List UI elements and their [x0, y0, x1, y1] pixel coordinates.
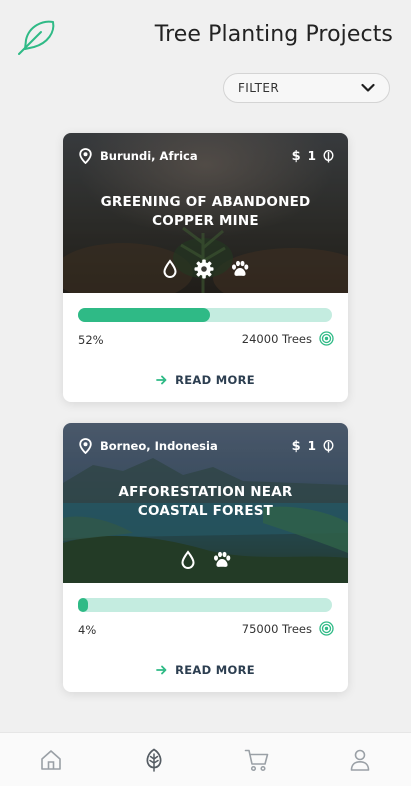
- price-value: 1: [307, 439, 316, 453]
- nav-profile[interactable]: [330, 733, 390, 786]
- project-price: $ 1: [292, 149, 334, 164]
- progress-fill: [78, 598, 89, 612]
- nav-projects[interactable]: [124, 733, 184, 786]
- progress-bar: [78, 598, 332, 612]
- trees-label: 24000 Trees: [241, 331, 312, 346]
- trees-count: 24000 Trees: [242, 331, 334, 346]
- project-location: Burundi, Africa: [79, 148, 198, 164]
- filter-label: FILTER: [238, 81, 280, 95]
- location-pin-icon: [79, 148, 92, 164]
- progress-percent: 52%: [78, 333, 104, 347]
- paw-icon: [231, 260, 248, 276]
- nav-cart[interactable]: [227, 733, 287, 786]
- arrow-right-icon: [156, 665, 167, 675]
- location-text: Borneo, Indonesia: [100, 439, 218, 453]
- location-text: Burundi, Africa: [100, 149, 198, 163]
- leaf-icon: [323, 439, 334, 452]
- home-icon: [41, 749, 62, 770]
- project-price: $ 1: [292, 439, 334, 454]
- progress-bar: [78, 308, 332, 322]
- location-pin-icon: [79, 438, 92, 454]
- trees-label: 75000 Trees: [241, 621, 312, 636]
- trees-count: 75000 Trees: [242, 621, 334, 636]
- project-image: Burundi, Africa $ 1 GREENING OF ABANDONE…: [63, 133, 348, 293]
- progress-fill: [78, 308, 211, 322]
- project-card[interactable]: Burundi, Africa $ 1 GREENING OF ABANDONE…: [63, 133, 348, 402]
- gear-icon: [194, 259, 213, 279]
- project-card[interactable]: Borneo, Indonesia $ 1 AFFORESTATION NEAR…: [63, 423, 348, 692]
- cart-icon: [244, 749, 269, 771]
- dollar-icon: $: [291, 438, 301, 454]
- header: Tree Planting Projects: [0, 0, 411, 70]
- read-more-label: READ MORE: [175, 663, 255, 677]
- feature-icons: [63, 259, 348, 279]
- profile-icon: [350, 749, 369, 771]
- chevron-down-icon: [361, 83, 375, 92]
- water-drop-icon: [162, 259, 177, 279]
- read-more-label: READ MORE: [175, 373, 255, 387]
- target-icon: [319, 331, 334, 346]
- project-location: Borneo, Indonesia: [79, 438, 218, 454]
- project-title: AFFORESTATION NEAR COASTAL FOREST: [118, 484, 293, 519]
- read-more-link[interactable]: READ MORE: [63, 663, 348, 677]
- feather-logo-icon: [18, 20, 55, 55]
- project-title: GREENING OF ABANDONED COPPER MINE: [100, 194, 311, 229]
- page-title: Tree Planting Projects: [154, 22, 393, 47]
- tree-icon: [146, 748, 162, 772]
- paw-icon: [213, 551, 230, 567]
- leaf-icon: [323, 149, 334, 162]
- nav-home[interactable]: [21, 733, 81, 786]
- price-value: 1: [307, 149, 316, 163]
- read-more-link[interactable]: READ MORE: [63, 373, 348, 387]
- arrow-right-icon: [156, 375, 167, 385]
- filter-dropdown[interactable]: FILTER: [223, 73, 390, 103]
- progress-percent: 4%: [78, 623, 97, 637]
- feature-icons: [63, 550, 348, 570]
- project-image: Borneo, Indonesia $ 1 AFFORESTATION NEAR…: [63, 423, 348, 583]
- target-icon: [319, 621, 334, 636]
- water-drop-icon: [180, 550, 195, 570]
- dollar-icon: $: [291, 148, 301, 164]
- bottom-nav: [0, 732, 411, 786]
